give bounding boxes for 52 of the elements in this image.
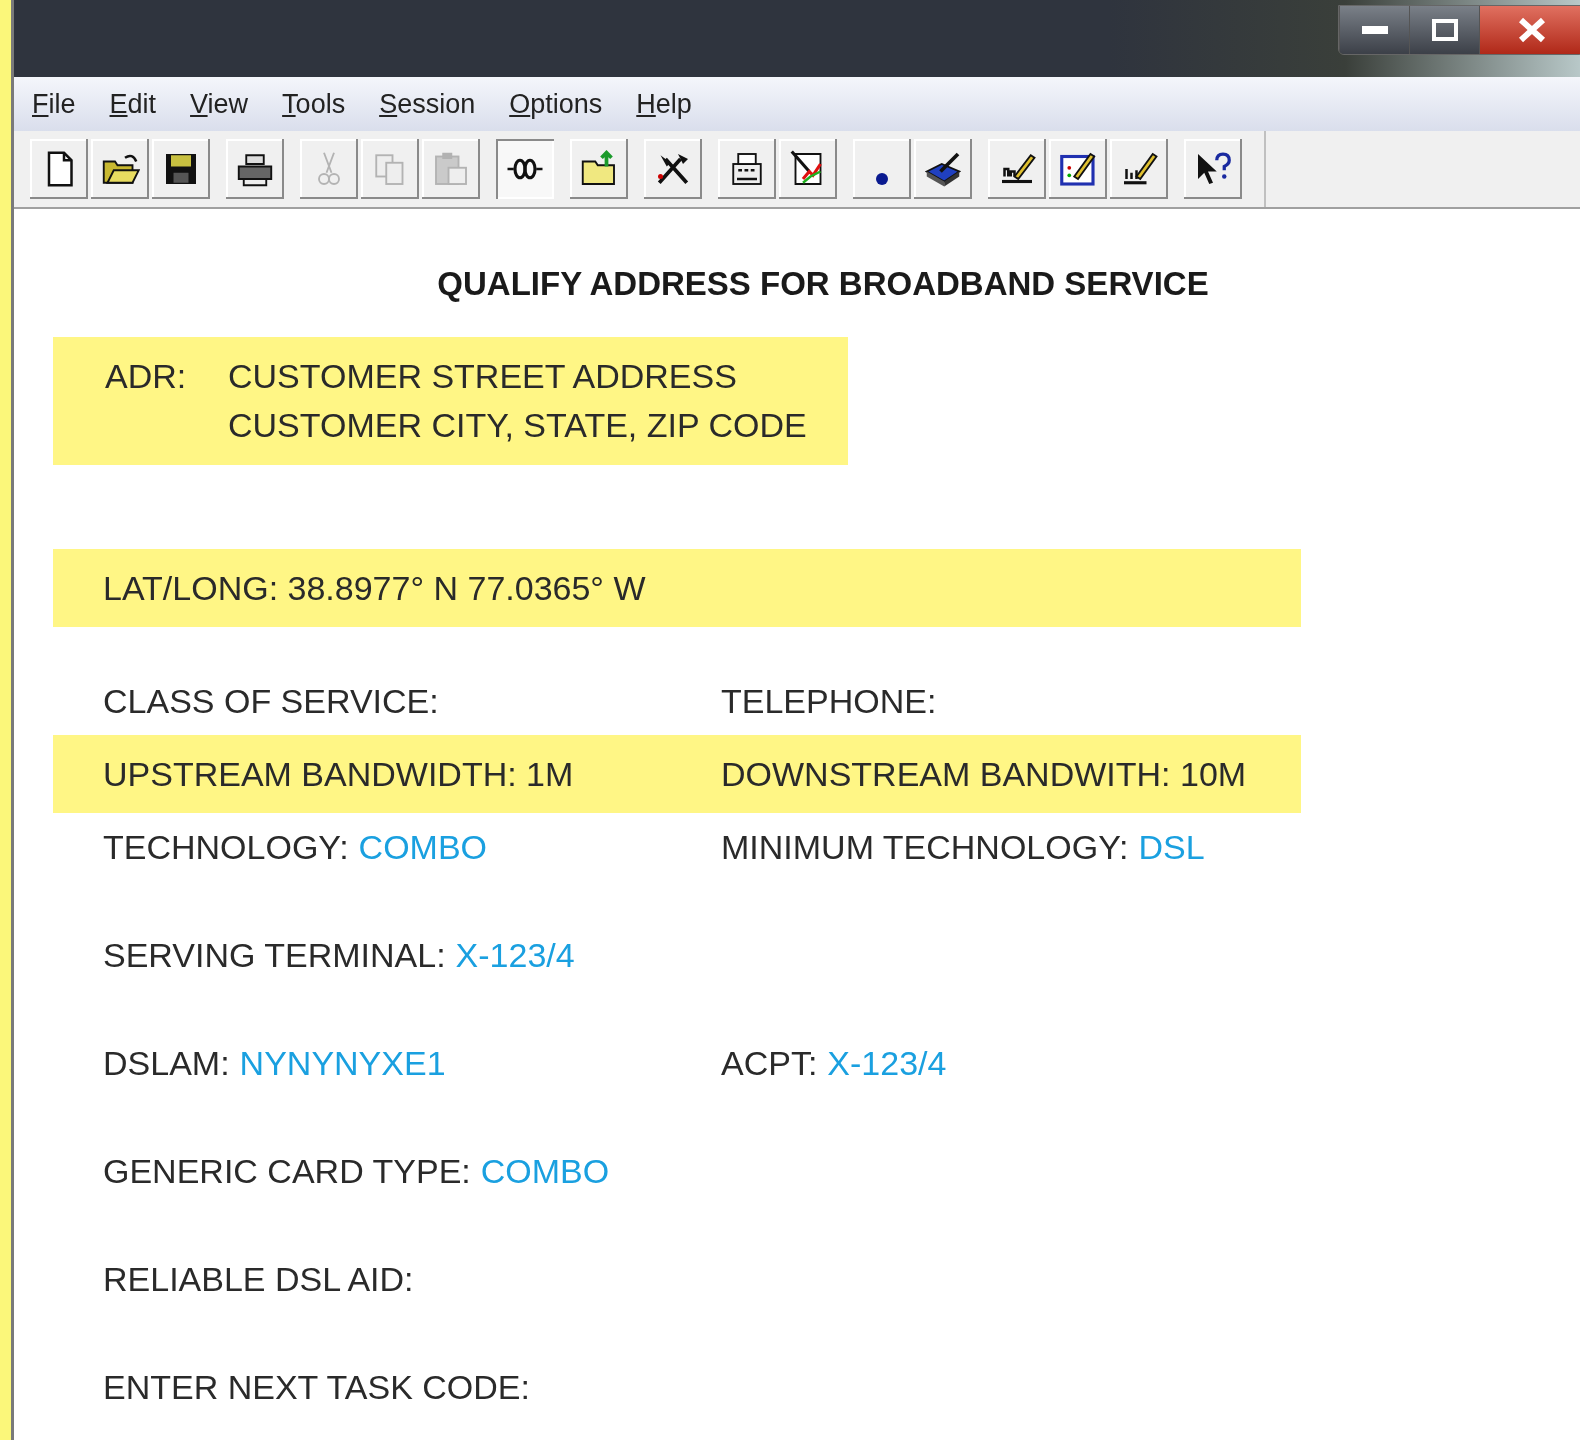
toolbar-button[interactable] [779,139,837,199]
toolbar-button[interactable] [570,139,628,199]
field-label: TELEPHONE: [721,681,937,721]
close-icon [1518,17,1546,43]
field-value: COMBO [358,827,488,867]
field-label: TECHNOLOGY: [103,827,349,867]
field-label: MINIMUM TECHNOLOGY: [721,827,1129,867]
field-label: UPSTREAM BANDWIDTH: 1M [103,754,574,794]
field-value: DSL [1138,827,1205,867]
field-label: CLASS OF SERVICE: [103,681,439,721]
field-value: COMBO [480,1151,610,1191]
close-button[interactable] [1479,6,1580,54]
toolbar-button[interactable] [1184,139,1242,199]
toolbar-button[interactable] [853,139,911,199]
toolbar-button[interactable] [152,139,210,199]
menu-item[interactable]: File [32,88,76,120]
page-heading: QUALIFY ADDRESS FOR BROADBAND SERVICE [437,265,1209,303]
minimize-icon [1361,26,1388,34]
menu-item[interactable]: Edit [109,88,157,120]
field-label: ADR: [105,357,188,396]
minimize-button[interactable] [1339,6,1409,54]
toolbar-button[interactable] [914,139,972,199]
field-label: LAT/LONG: 38.8977° N 77.0365° W [103,568,646,608]
toolbar-button[interactable] [496,139,554,199]
toolbar-button[interactable] [226,139,284,199]
toolbar-button[interactable] [91,139,149,199]
field-value: X-123/4 [455,935,575,975]
menu-item[interactable]: Options [509,88,603,120]
field-label: DOWNSTREAM BANDWITH: 10M [721,754,1247,794]
field-value: X-123/4 [827,1043,947,1083]
menu-item[interactable]: Session [379,88,476,120]
field-label: RELIABLE DSL AID: [103,1259,414,1299]
toolbar-button[interactable] [30,139,88,199]
menu-item[interactable]: Tools [282,88,346,120]
field-label: ENTER NEXT TASK CODE: [103,1367,530,1407]
address-line: CUSTOMER STREET ADDRESS [228,357,738,396]
menu-item[interactable]: Help [636,88,692,120]
maximize-icon [1431,19,1458,41]
toolbar-button[interactable] [644,139,702,199]
field-label: ACPT: [721,1043,818,1083]
field-label: DSLAM: [103,1043,230,1083]
toolbar-button[interactable] [1110,139,1168,199]
toolbar-button[interactable] [718,139,776,199]
maximize-button[interactable] [1409,6,1479,54]
field-label: GENERIC CARD TYPE: [103,1151,471,1191]
field-label: SERVING TERMINAL: [103,935,446,975]
toolbar-button[interactable] [988,139,1046,199]
address-line: CUSTOMER CITY, STATE, ZIP CODE [228,406,808,445]
dot-icon [876,173,888,185]
field-value: NYNYNYXE1 [239,1043,446,1083]
menu-item[interactable]: View [190,88,249,120]
toolbar-button[interactable] [1049,139,1107,199]
